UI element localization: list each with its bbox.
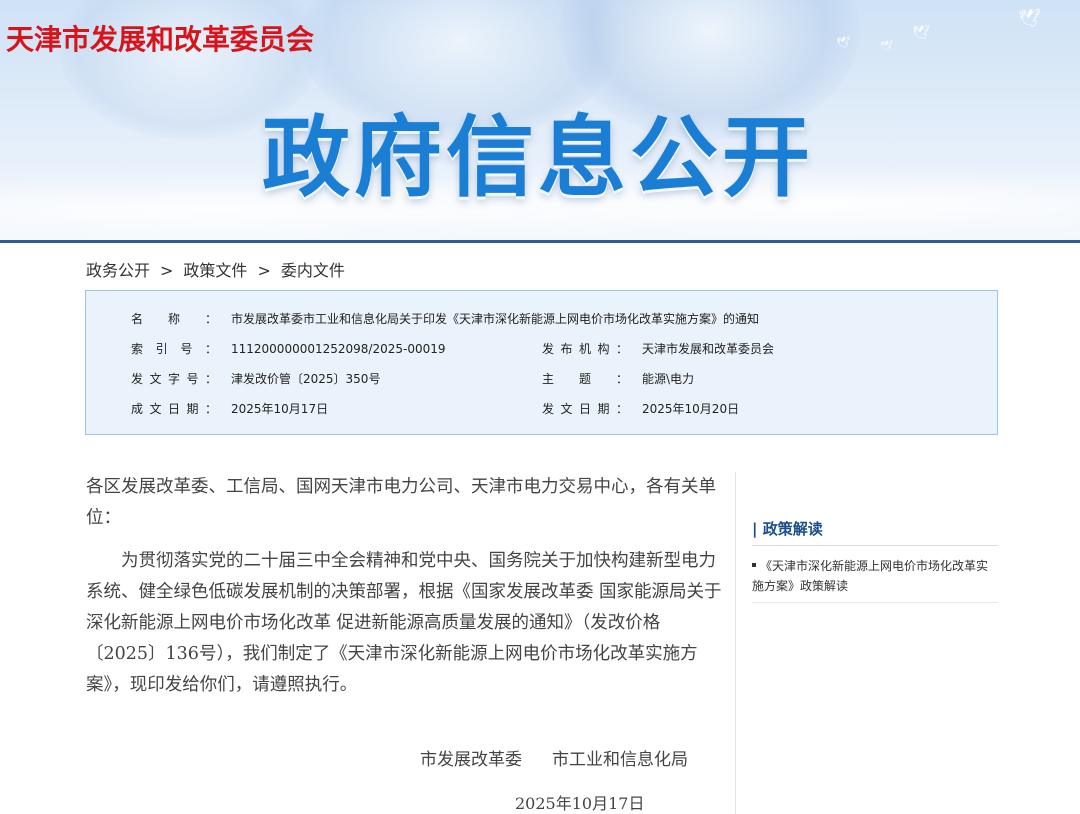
signer-ndrc: 市发展改革委 (420, 750, 522, 770)
meta-org-label: 发布机构： (542, 342, 628, 356)
banner-title: 政府信息公开 (262, 106, 815, 209)
bird-icon: 🕊 (880, 41, 893, 52)
meta-name-value: 市发展改革委市工业和信息化局关于印发《天津市深化新能源上网电价市场化改革实施方案… (231, 312, 760, 326)
body-paragraph: 为贯彻落实党的二十届三中全会精神和党中央、国务院关于加快构建新型电力系统、健全绿… (86, 551, 722, 695)
meta-org-value: 天津市发展和改革委员会 (642, 342, 775, 356)
meta-created-value: 2025年10月17日 (231, 402, 329, 416)
meta-docno-label: 发文字号： (131, 372, 217, 386)
meta-issued-value: 2025年10月20日 (642, 402, 740, 416)
document-metadata-panel: 名称： 市发展改革委市工业和信息化局关于印发《天津市深化新能源上网电价市场化改革… (85, 290, 998, 435)
signature-block: 市发展改革委 市工业和信息化局 (420, 745, 688, 770)
meta-docno-value: 津发改价管〔2025〕350号 (231, 372, 381, 386)
document-body: 各区发展改革委、工信局、国网天津市电力公司、天津市电力交易中心，各有关单位： 为… (86, 472, 722, 701)
breadcrumb-separator: > (160, 261, 174, 280)
meta-topic-value: 能源\电力 (642, 372, 695, 386)
meta-created-label: 成文日期： (131, 402, 217, 416)
breadcrumb-item-gov-affairs[interactable]: 政务公开 (86, 261, 150, 280)
bird-icon: 🕊 (836, 36, 850, 49)
sidebar-title-rule (752, 545, 998, 546)
breadcrumb-item-internal-docs[interactable]: 委内文件 (281, 261, 345, 280)
bullet-icon (752, 562, 756, 567)
sidebar-item-interpretation-link[interactable]: 《天津市深化新能源上网电价市场化改革实施方案》政策解读 (752, 556, 998, 596)
meta-name-label: 名称： (131, 312, 217, 326)
breadcrumb-item-policy-docs[interactable]: 政策文件 (183, 261, 247, 280)
header-banner: 🕊 🕊 🕊 🕊 天津市发展和改革委员会 政府信息公开 (0, 0, 1080, 240)
meta-index-value: 111200000001252098/2025-00019 (231, 342, 446, 356)
breadcrumb: 政务公开 > 政策文件 > 委内文件 (86, 257, 345, 281)
sidebar-divider (735, 472, 736, 814)
sidebar-item-rule (752, 602, 998, 603)
sidebar-title-policy-interpretation: | 政策解读 (752, 520, 823, 538)
banner-divider (0, 240, 1080, 243)
meta-index-label: 索引号： (131, 342, 217, 356)
meta-topic-label: 主题： (542, 372, 628, 386)
sidebar-item-label: 《天津市深化新能源上网电价市场化改革实施方案》政策解读 (752, 559, 989, 593)
breadcrumb-separator: > (257, 261, 271, 280)
meta-issued-label: 发文日期： (542, 402, 628, 416)
addressee-paragraph: 各区发展改革委、工信局、国网天津市电力公司、天津市电力交易中心，各有关单位： (86, 477, 716, 528)
bird-icon: 🕊 (912, 25, 930, 41)
site-name[interactable]: 天津市发展和改革委员会 (6, 18, 314, 58)
signer-miit: 市工业和信息化局 (552, 750, 688, 770)
signature-date: 2025年10月17日 (515, 794, 645, 813)
bird-icon: 🕊 (1018, 8, 1041, 29)
